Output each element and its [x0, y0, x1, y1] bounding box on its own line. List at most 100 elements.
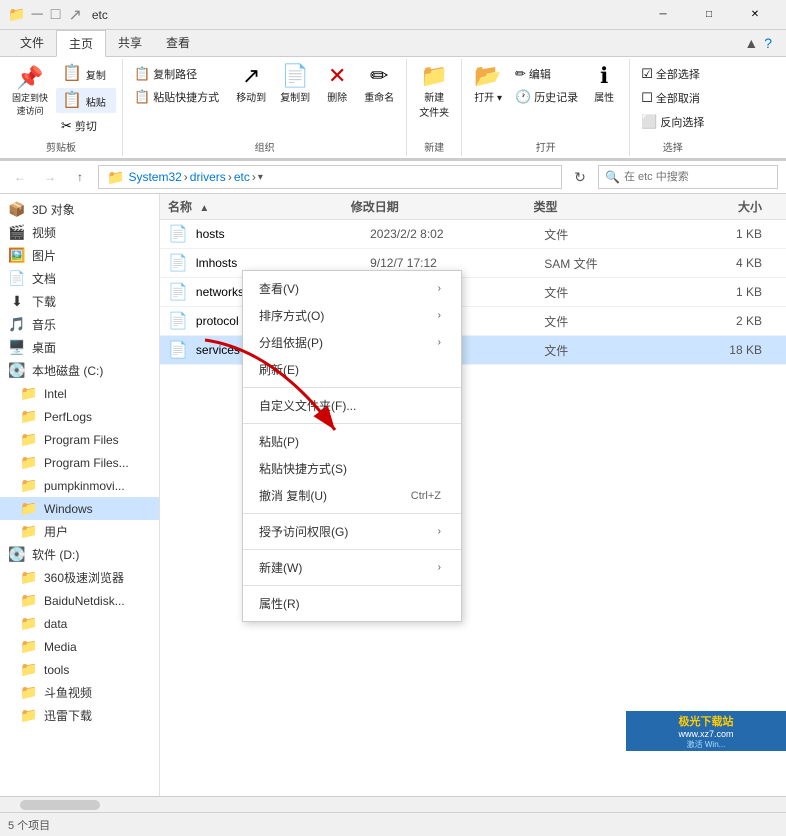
col-size-header[interactable]: 大小: [671, 198, 778, 215]
ctx-item-refresh[interactable]: 刷新(E): [243, 356, 461, 383]
paste-button[interactable]: 📋 粘贴: [56, 88, 116, 113]
folder-icon: 📁: [20, 454, 38, 471]
address-path[interactable]: 📁 System32 › drivers › etc › ▾: [98, 165, 562, 189]
forward-button[interactable]: →: [38, 165, 62, 189]
scrollbar-thumb[interactable]: [20, 800, 100, 810]
open-button[interactable]: 📂 打开 ▾: [468, 61, 508, 108]
sidebar-label: pumpkinmovi...: [44, 479, 125, 493]
ctx-item-view[interactable]: 查看(V) ›: [243, 275, 461, 302]
breadcrumb-drivers[interactable]: drivers: [190, 170, 226, 184]
tab-view[interactable]: 查看: [154, 30, 202, 56]
minimize-button[interactable]: ─: [640, 0, 686, 30]
sidebar-item-desktop[interactable]: 🖥️ 桌面: [0, 336, 159, 359]
submenu-arrow: ›: [438, 526, 441, 537]
folder-icon: 📁: [20, 684, 38, 701]
desktop-icon: 🖥️: [8, 339, 26, 356]
ribbon-group-new: 📁 新建文件夹 新建: [407, 59, 462, 156]
invert-selection-button[interactable]: ⬜ 反向选择: [636, 111, 709, 133]
search-input[interactable]: [624, 171, 771, 183]
edit-button[interactable]: ✏ 编辑: [510, 63, 583, 85]
cut-button[interactable]: ✂ 剪切: [56, 115, 116, 137]
close-button[interactable]: ✕: [732, 0, 778, 30]
sidebar-item-douyu[interactable]: 📁 斗鱼视频: [0, 681, 159, 704]
scrollbar-horizontal[interactable]: [0, 796, 786, 812]
move-to-button[interactable]: ↗ 移动到: [230, 61, 272, 108]
maximize-button[interactable]: □: [686, 0, 732, 30]
pin-to-quickaccess-button[interactable]: 📌 固定到快速访问: [6, 61, 54, 137]
sidebar-item-users[interactable]: 📁 用户: [0, 520, 159, 543]
sidebar-item-ddrive[interactable]: 💽 软件 (D:): [0, 543, 159, 566]
ctx-item-group[interactable]: 分组依据(P) ›: [243, 329, 461, 356]
ctx-item-grant-access[interactable]: 授予访问权限(G) ›: [243, 518, 461, 545]
sidebar-item-programfiles[interactable]: 📁 Program Files: [0, 428, 159, 451]
tab-file[interactable]: 文件: [8, 30, 56, 56]
refresh-button[interactable]: ↻: [568, 165, 592, 189]
file-item-hosts[interactable]: 📄 hosts 2023/2/2 8:02 文件 1 KB: [160, 220, 786, 249]
title-controls: ─ □ ✕: [640, 0, 778, 30]
sidebar-item-baidu[interactable]: 📁 BaiduNetdisk...: [0, 589, 159, 612]
rename-button[interactable]: ✏ 重命名: [358, 61, 400, 108]
breadcrumb-system32[interactable]: System32: [128, 170, 181, 184]
ribbon-group-clipboard: 📌 固定到快速访问 📋 复制 📋 粘贴: [0, 59, 123, 156]
ctx-item-properties[interactable]: 属性(R): [243, 590, 461, 617]
folder-icon: 📁: [20, 592, 38, 609]
folder-icon: 📁: [20, 500, 38, 517]
file-icon-networks: 📄: [168, 282, 188, 302]
sidebar-item-media[interactable]: 📁 Media: [0, 635, 159, 658]
select-all-button[interactable]: ☑ 全部选择: [636, 63, 709, 85]
open-group-title: 打开: [468, 137, 623, 154]
sidebar-item-video[interactable]: 🎬 视频: [0, 221, 159, 244]
col-date-header[interactable]: 修改日期: [351, 198, 534, 215]
copy-button[interactable]: 📋 复制: [56, 61, 116, 86]
watermark: 极光下载站 www.xz7.com 激活 Win...: [626, 711, 786, 751]
ctx-item-paste-shortcut[interactable]: 粘贴快捷方式(S): [243, 455, 461, 482]
sidebar-item-windows[interactable]: 📁 Windows: [0, 497, 159, 520]
sidebar-item-pumpkin[interactable]: 📁 pumpkinmovi...: [0, 474, 159, 497]
file-date-lmhosts: 9/12/7 17:12: [370, 256, 544, 270]
file-size-lmhosts: 4 KB: [675, 256, 778, 270]
col-name-header[interactable]: 名称 ▲: [168, 198, 351, 215]
sidebar-item-music[interactable]: 🎵 音乐: [0, 313, 159, 336]
sidebar-item-perflogs[interactable]: 📁 PerfLogs: [0, 405, 159, 428]
sidebar-item-data[interactable]: 📁 data: [0, 612, 159, 635]
music-icon: 🎵: [8, 316, 26, 333]
copy-path-button[interactable]: 📋 复制路径: [129, 63, 224, 85]
sidebar-item-pictures[interactable]: 🖼️ 图片: [0, 244, 159, 267]
copy-to-button[interactable]: 📄 复制到: [274, 61, 316, 108]
col-type-header[interactable]: 类型: [534, 198, 671, 215]
breadcrumb-etc[interactable]: etc: [234, 170, 250, 184]
ctx-item-undo[interactable]: 撤消 复制(U) Ctrl+Z: [243, 482, 461, 509]
sidebar-label: tools: [44, 663, 69, 677]
sidebar-item-3dobjects[interactable]: 📦 3D 对象: [0, 198, 159, 221]
delete-button[interactable]: ✕ 删除: [318, 61, 356, 108]
ctx-item-sort[interactable]: 排序方式(O) ›: [243, 302, 461, 329]
ctx-shortcut-undo: Ctrl+Z: [411, 490, 441, 502]
back-button[interactable]: ←: [8, 165, 32, 189]
new-folder-button[interactable]: 📁 新建文件夹: [413, 61, 455, 123]
deselect-all-button[interactable]: ☐ 全部取消: [636, 87, 709, 109]
dropdown-arrow[interactable]: ▾: [258, 172, 263, 183]
properties-button[interactable]: ℹ 属性: [585, 61, 623, 108]
sidebar-item-intel[interactable]: 📁 Intel: [0, 382, 159, 405]
help-icon[interactable]: ?: [764, 35, 772, 51]
sidebar-item-programfiles2[interactable]: 📁 Program Files...: [0, 451, 159, 474]
ctx-item-customize-folder[interactable]: 自定义文件夹(F)...: [243, 392, 461, 419]
tab-share[interactable]: 共享: [106, 30, 154, 56]
ribbon-collapse-icon[interactable]: ▲: [744, 35, 758, 51]
sidebar-item-tools[interactable]: 📁 tools: [0, 658, 159, 681]
sidebar-item-downloads[interactable]: ⬇ 下载: [0, 290, 159, 313]
history-button[interactable]: 🕐 历史记录: [510, 86, 583, 108]
sidebar-item-xunlei[interactable]: 📁 迅雷下载: [0, 704, 159, 727]
ctx-item-new[interactable]: 新建(W) ›: [243, 554, 461, 581]
sidebar-item-360[interactable]: 📁 360极速浏览器: [0, 566, 159, 589]
ctx-item-paste[interactable]: 粘贴(P): [243, 428, 461, 455]
file-icon-lmhosts: 📄: [168, 253, 188, 273]
up-button[interactable]: ↑: [68, 165, 92, 189]
sidebar-item-documents[interactable]: 📄 文档: [0, 267, 159, 290]
file-size-networks: 1 KB: [675, 285, 778, 299]
sidebar-item-cdrive[interactable]: 💽 本地磁盘 (C:): [0, 359, 159, 382]
sidebar-label: 视频: [32, 224, 56, 241]
paste-shortcut-button[interactable]: 📋 粘贴快捷方式: [129, 86, 224, 108]
file-date-hosts: 2023/2/2 8:02: [370, 227, 544, 241]
tab-home[interactable]: 主页: [56, 30, 106, 57]
